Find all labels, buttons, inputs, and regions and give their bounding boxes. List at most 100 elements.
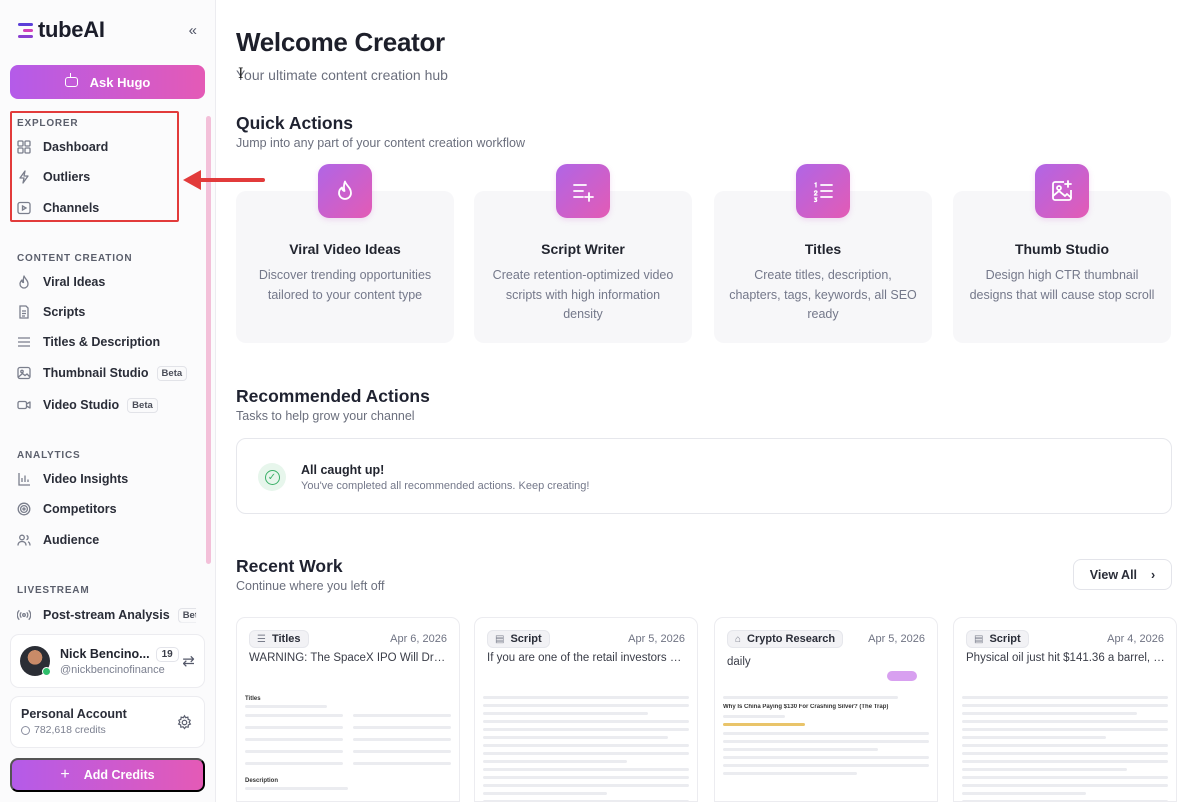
sidebar-item-post-stream-analysis[interactable]: Post-stream Analysis Beta — [17, 603, 208, 627]
chart-icon: ⌂ — [735, 633, 742, 645]
sidebar-item-label: Scripts — [43, 305, 86, 319]
user-info: Nick Bencino... 19 @nickbencinofinance — [60, 646, 179, 676]
quick-action-title: Viral Video Ideas — [289, 241, 401, 257]
document-preview-thumbnail: Why Is China Paying $130 For Crashing Si… — [715, 678, 937, 801]
user-name: Nick Bencino... — [60, 647, 150, 661]
credits-icon — [21, 725, 30, 735]
document-icon — [17, 305, 31, 319]
sidebar-item-label: Titles & Description — [43, 335, 161, 349]
recommended-actions-title: Recommended Actions — [236, 386, 430, 406]
quick-action-title: Script Writer — [541, 241, 625, 257]
view-all-button[interactable]: View All › — [1073, 559, 1172, 590]
document-icon: ▤ — [974, 633, 984, 645]
document-preview-thumbnail — [475, 678, 697, 801]
main-content: Welcome Creator Your ultimate content cr… — [217, 0, 1200, 802]
preview-heading: Why Is China Paying $130 For Crashing Si… — [723, 704, 889, 710]
list-icon — [17, 335, 31, 349]
sidebar-item-scripts[interactable]: Scripts — [17, 300, 85, 324]
recent-work-subtitle: Continue where you left off — [236, 579, 385, 593]
sidebar-item-label: Audience — [43, 533, 100, 547]
recent-work-card[interactable]: ☰ Titles Apr 6, 2026 WARNING: The SpaceX … — [236, 617, 460, 802]
switch-account-icon[interactable]: ⇄ — [182, 652, 195, 670]
check-circle-icon: ✓ — [258, 463, 286, 491]
preview-heading: Titles — [245, 696, 261, 702]
avatar — [20, 646, 51, 676]
users-icon — [17, 533, 31, 547]
sidebar-item-video-studio[interactable]: Video Studio Beta — [17, 393, 158, 417]
beta-badge: Beta — [177, 607, 197, 623]
work-date: Apr 6, 2026 — [390, 633, 447, 645]
tag-label: Crypto Research — [747, 633, 836, 645]
user-profile-card[interactable]: Nick Bencino... 19 @nickbencinofinance ⇄ — [10, 634, 205, 688]
ask-hugo-button[interactable]: Ask Hugo — [10, 65, 205, 99]
collapse-sidebar-icon[interactable]: « — [189, 22, 197, 39]
sidebar-item-titles-description[interactable]: Titles & Description — [17, 330, 160, 354]
recent-work-card[interactable]: ▤ Script Apr 5, 2026 If you are one of th… — [474, 617, 698, 802]
sidebar-item-competitors[interactable]: Competitors — [17, 497, 117, 521]
text-plus-icon — [556, 164, 610, 218]
sidebar-item-thumbnail-studio[interactable]: Thumbnail Studio Beta — [17, 361, 188, 385]
quick-action-title: Titles — [804, 241, 842, 257]
work-type-tag: ▤ Script — [966, 630, 1029, 648]
section-title-analytics: ANALYTICS — [17, 450, 81, 461]
quick-action-thumb-studio[interactable]: Thumb Studio Design high CTR thumbnail d… — [953, 164, 1171, 343]
add-credits-button[interactable]: + Add Credits — [10, 758, 205, 792]
text-cursor-icon: I — [238, 66, 244, 82]
work-date: Apr 5, 2026 — [868, 633, 925, 645]
image-plus-icon — [1035, 164, 1089, 218]
user-name-row: Nick Bencino... 19 — [60, 646, 179, 662]
logo-row: tubeAI « — [18, 17, 197, 43]
tag-label: Titles — [271, 633, 301, 645]
recent-work-card[interactable]: ▤ Script Apr 4, 2026 Physical oil just hi… — [953, 617, 1177, 802]
sidebar-item-label: Competitors — [43, 502, 117, 516]
ask-hugo-label: Ask Hugo — [89, 74, 151, 90]
add-credits-label: Add Credits — [83, 768, 155, 782]
sidebar-item-label: Post-stream Analysis — [43, 608, 170, 622]
recommended-actions-subtitle: Tasks to help grow your channel — [236, 409, 415, 423]
work-type-tag: ⌂ Crypto Research — [727, 630, 844, 648]
quick-action-viral-video-ideas[interactable]: Viral Video Ideas Discover trending oppo… — [236, 164, 454, 343]
numbered-list-icon — [796, 164, 850, 218]
document-preview-thumbnail — [954, 678, 1176, 801]
quick-action-title: Thumb Studio — [1014, 241, 1110, 257]
bot-icon — [64, 73, 78, 87]
preview-footer: Description — [245, 778, 279, 784]
status-text: You've completed all recommended actions… — [301, 480, 590, 492]
user-handle: @nickbencinofinance — [60, 663, 165, 676]
logo-mark-icon — [18, 22, 35, 38]
work-card-header: ⌂ Crypto Research Apr 5, 2026 — [727, 630, 925, 648]
quick-action-titles[interactable]: Titles Create titles, description, chapt… — [714, 164, 932, 343]
work-preview-text: WARNING: The SpaceX IPO Will Drain Your.… — [249, 652, 449, 664]
status-title: All caught up! — [301, 463, 385, 477]
document-icon: ▤ — [495, 633, 505, 645]
sidebar-item-audience[interactable]: Audience — [17, 528, 99, 552]
recent-work-card[interactable]: ⌂ Crypto Research Apr 5, 2026 daily Why I… — [714, 617, 938, 802]
work-type-tag: ☰ Titles — [249, 630, 309, 648]
video-icon — [17, 398, 31, 412]
tag-label: Script — [989, 633, 1021, 645]
section-title-content-creation: CONTENT CREATION — [17, 253, 133, 264]
sidebar-item-video-insights[interactable]: Video Insights — [17, 467, 128, 491]
beta-badge: Beta — [156, 365, 188, 381]
quick-actions-subtitle: Jump into any part of your content creat… — [236, 136, 526, 150]
plus-icon: + — [60, 766, 70, 783]
section-title-livestream: LIVESTREAM — [17, 585, 90, 596]
quick-action-script-writer[interactable]: Script Writer Create retention-optimized… — [474, 164, 692, 343]
account-card[interactable]: Personal Account 782,618 credits — [10, 696, 205, 748]
recent-work-title: Recent Work — [236, 556, 343, 576]
sidebar-item-label: Thumbnail Studio — [43, 366, 149, 380]
gear-icon[interactable] — [176, 714, 193, 731]
flame-icon — [318, 164, 372, 218]
beta-badge: Beta — [127, 397, 158, 413]
recommended-status-card: ✓ All caught up! You've completed all re… — [236, 438, 1172, 514]
annotation-highlight-box — [10, 111, 179, 222]
work-card-header: ▤ Script Apr 5, 2026 — [487, 630, 685, 648]
brand-logo[interactable]: tubeAI — [18, 17, 105, 43]
work-card-header: ☰ Titles Apr 6, 2026 — [249, 630, 447, 648]
sidebar-item-viral-ideas[interactable]: Viral Ideas — [17, 270, 105, 294]
bar-chart-icon — [17, 472, 31, 486]
sidebar-item-label: Video Studio — [43, 398, 120, 412]
quick-action-description: Create titles, description, chapters, ta… — [729, 268, 917, 321]
quick-action-description: Create retention-optimized video scripts… — [492, 268, 674, 321]
quick-action-description: Design high CTR thumbnail designs that w… — [969, 268, 1155, 302]
